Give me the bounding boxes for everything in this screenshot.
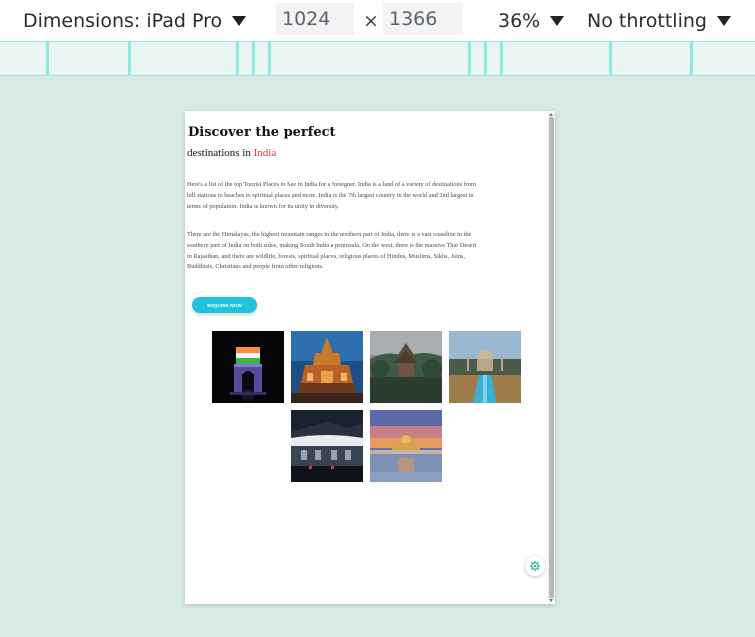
breakpoint-marker[interactable] (484, 42, 487, 75)
scroll-down-arrow[interactable] (549, 599, 553, 602)
breakpoint-marker[interactable] (468, 42, 471, 75)
height-input[interactable]: 1366 (383, 3, 463, 35)
page-subtitle: destinations in India (187, 147, 276, 159)
dimensions-label: Dimensions: iPad Pro (23, 9, 223, 32)
vertical-scrollbar[interactable] (548, 111, 555, 604)
gallery-image-taj-mahal[interactable] (449, 331, 521, 403)
breakpoint-marker[interactable] (690, 42, 693, 75)
throttling-label: No throttling (587, 9, 707, 32)
media-query-bar[interactable] (0, 41, 755, 76)
height-value: 1366 (389, 8, 438, 30)
dimension-separator: × (363, 9, 379, 32)
breakpoint-marker[interactable] (268, 42, 271, 75)
page-title: Discover the perfect (188, 125, 336, 140)
zoom-label: 36% (498, 9, 541, 32)
gear-icon (529, 560, 541, 572)
subtitle-highlight: India (253, 147, 277, 159)
breakpoint-marker[interactable] (500, 42, 503, 75)
enquire-now-button[interactable]: ENQUIRE NOW (192, 297, 257, 313)
details-paragraph: There are the Himalayas, the highest mou… (187, 231, 477, 271)
breakpoint-marker[interactable] (609, 42, 612, 75)
width-value: 1024 (282, 8, 331, 30)
gallery-image-pagoda[interactable] (370, 331, 442, 403)
dimensions-dropdown[interactable]: Dimensions: iPad Pro (23, 0, 247, 41)
width-input[interactable]: 1024 (276, 3, 354, 35)
gallery-image-golden-temple[interactable] (370, 410, 442, 482)
chevron-down-icon (716, 15, 731, 26)
gallery-image-india-gate[interactable] (212, 331, 284, 403)
scroll-up-arrow[interactable] (549, 113, 553, 116)
intro-paragraph: Here's a list of the top Tourist Places … (187, 181, 476, 210)
scrollbar-thumb[interactable] (549, 117, 554, 598)
zoom-dropdown[interactable]: 36% (498, 0, 565, 41)
settings-fab[interactable] (525, 556, 545, 576)
device-viewport[interactable]: Discover the perfect destinations in Ind… (185, 111, 555, 604)
breakpoint-marker[interactable] (252, 42, 255, 75)
breakpoint-marker[interactable] (236, 42, 239, 75)
throttling-dropdown[interactable]: No throttling (587, 0, 731, 41)
chevron-down-icon (232, 15, 247, 26)
subtitle-prefix: destinations in (187, 147, 254, 159)
gallery-image-temple[interactable] (291, 331, 363, 403)
breakpoint-marker[interactable] (128, 42, 131, 75)
chevron-down-icon (550, 15, 565, 26)
device-toolbar: Dimensions: iPad Pro 1024 × 1366 36% No … (0, 0, 755, 41)
breakpoint-marker[interactable] (46, 42, 49, 75)
gallery-image-palace-night[interactable] (291, 410, 363, 482)
